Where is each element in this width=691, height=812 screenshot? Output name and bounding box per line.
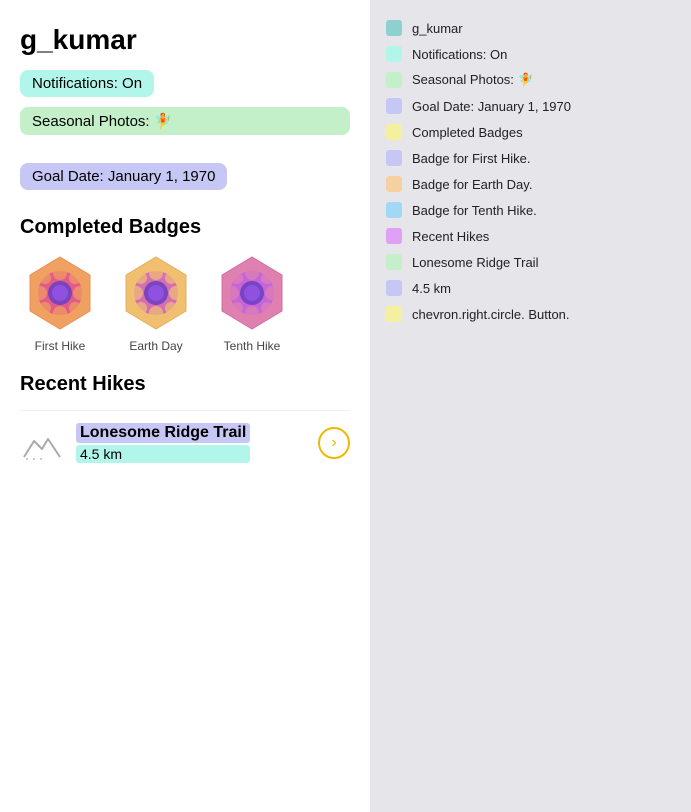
- badge-first-hike-icon: [20, 253, 100, 333]
- legend-item: chevron.right.circle. Button.: [386, 306, 675, 322]
- completed-badges-title: Completed Badges: [20, 216, 350, 239]
- legend-color-swatch: [386, 20, 402, 36]
- legend-color-swatch: [386, 306, 402, 322]
- seasonal-badge: Seasonal Photos: 🧚: [20, 107, 350, 135]
- username: g_kumar: [20, 24, 350, 56]
- badge-earth-day-label: Earth Day: [129, 339, 182, 353]
- legend-list: g_kumar Notifications: On Seasonal Photos:…: [386, 20, 675, 322]
- hike-info: Lonesome Ridge Trail 4.5 km: [76, 423, 250, 463]
- hike-left: Lonesome Ridge Trail 4.5 km: [20, 421, 250, 465]
- legend-label-text: g_kumar: [412, 21, 463, 36]
- notifications-badge: Notifications: On: [20, 70, 154, 97]
- badge-earth-day-icon: [116, 253, 196, 333]
- legend-label-text: Seasonal Photos: 🧚: [412, 72, 534, 88]
- badge-tenth-hike-icon: [212, 253, 292, 333]
- hike-distance: 4.5 km: [76, 445, 250, 463]
- legend-color-swatch: [386, 124, 402, 140]
- legend-label-text: Lonesome Ridge Trail: [412, 255, 538, 270]
- legend-item: Completed Badges: [386, 124, 675, 140]
- legend-label-text: Notifications: On: [412, 47, 507, 62]
- legend-item: Recent Hikes: [386, 228, 675, 244]
- legend-color-swatch: [386, 280, 402, 296]
- legend-label-text: Goal Date: January 1, 1970: [412, 99, 571, 114]
- legend-label-text: 4.5 km: [412, 281, 451, 296]
- legend-color-swatch: [386, 150, 402, 166]
- badge-first-hike: First Hike: [20, 253, 100, 353]
- recent-hikes-title: Recent Hikes: [20, 373, 350, 396]
- legend-item: g_kumar: [386, 20, 675, 36]
- legend-item: Goal Date: January 1, 1970: [386, 98, 675, 114]
- legend-color-swatch: [386, 46, 402, 62]
- legend-label-text: Badge for Earth Day.: [412, 177, 532, 192]
- left-panel: g_kumar Notifications: On Seasonal Photo…: [0, 0, 370, 812]
- legend-item: Badge for First Hike.: [386, 150, 675, 166]
- goaldate-badge: Goal Date: January 1, 1970: [20, 163, 227, 190]
- legend-label-text: Badge for First Hike.: [412, 151, 531, 166]
- legend-label-text: Badge for Tenth Hike.: [412, 203, 537, 218]
- legend-color-swatch: [386, 228, 402, 244]
- legend-label-text: chevron.right.circle. Button.: [412, 307, 570, 322]
- trail-icon: [20, 421, 64, 465]
- badge-tenth-hike-label: Tenth Hike: [224, 339, 281, 353]
- hike-name: Lonesome Ridge Trail: [76, 423, 250, 443]
- chevron-right-icon: ›: [331, 434, 336, 452]
- badge-tenth-hike: Tenth Hike: [212, 253, 292, 353]
- hike-row: Lonesome Ridge Trail 4.5 km ›: [20, 410, 350, 475]
- legend-color-swatch: [386, 176, 402, 192]
- legend-label-text: Recent Hikes: [412, 229, 489, 244]
- seasonal-label: Seasonal Photos:: [32, 113, 150, 130]
- legend-item: Badge for Tenth Hike.: [386, 202, 675, 218]
- chevron-right-button[interactable]: ›: [318, 427, 350, 459]
- seasonal-emoji: 🧚: [154, 112, 173, 130]
- legend-color-swatch: [386, 98, 402, 114]
- right-panel: g_kumar Notifications: On Seasonal Photos:…: [370, 0, 691, 812]
- legend-item: 4.5 km: [386, 280, 675, 296]
- legend-color-swatch: [386, 72, 402, 88]
- badge-first-hike-label: First Hike: [35, 339, 86, 353]
- badge-earth-day: Earth Day: [116, 253, 196, 353]
- legend-item: Notifications: On: [386, 46, 675, 62]
- badges-row: First Hike Earth Day: [20, 253, 350, 353]
- legend-item: Seasonal Photos: 🧚: [386, 72, 675, 88]
- legend-label-text: Completed Badges: [412, 125, 523, 140]
- legend-item: Badge for Earth Day.: [386, 176, 675, 192]
- legend-color-swatch: [386, 254, 402, 270]
- legend-item: Lonesome Ridge Trail: [386, 254, 675, 270]
- legend-color-swatch: [386, 202, 402, 218]
